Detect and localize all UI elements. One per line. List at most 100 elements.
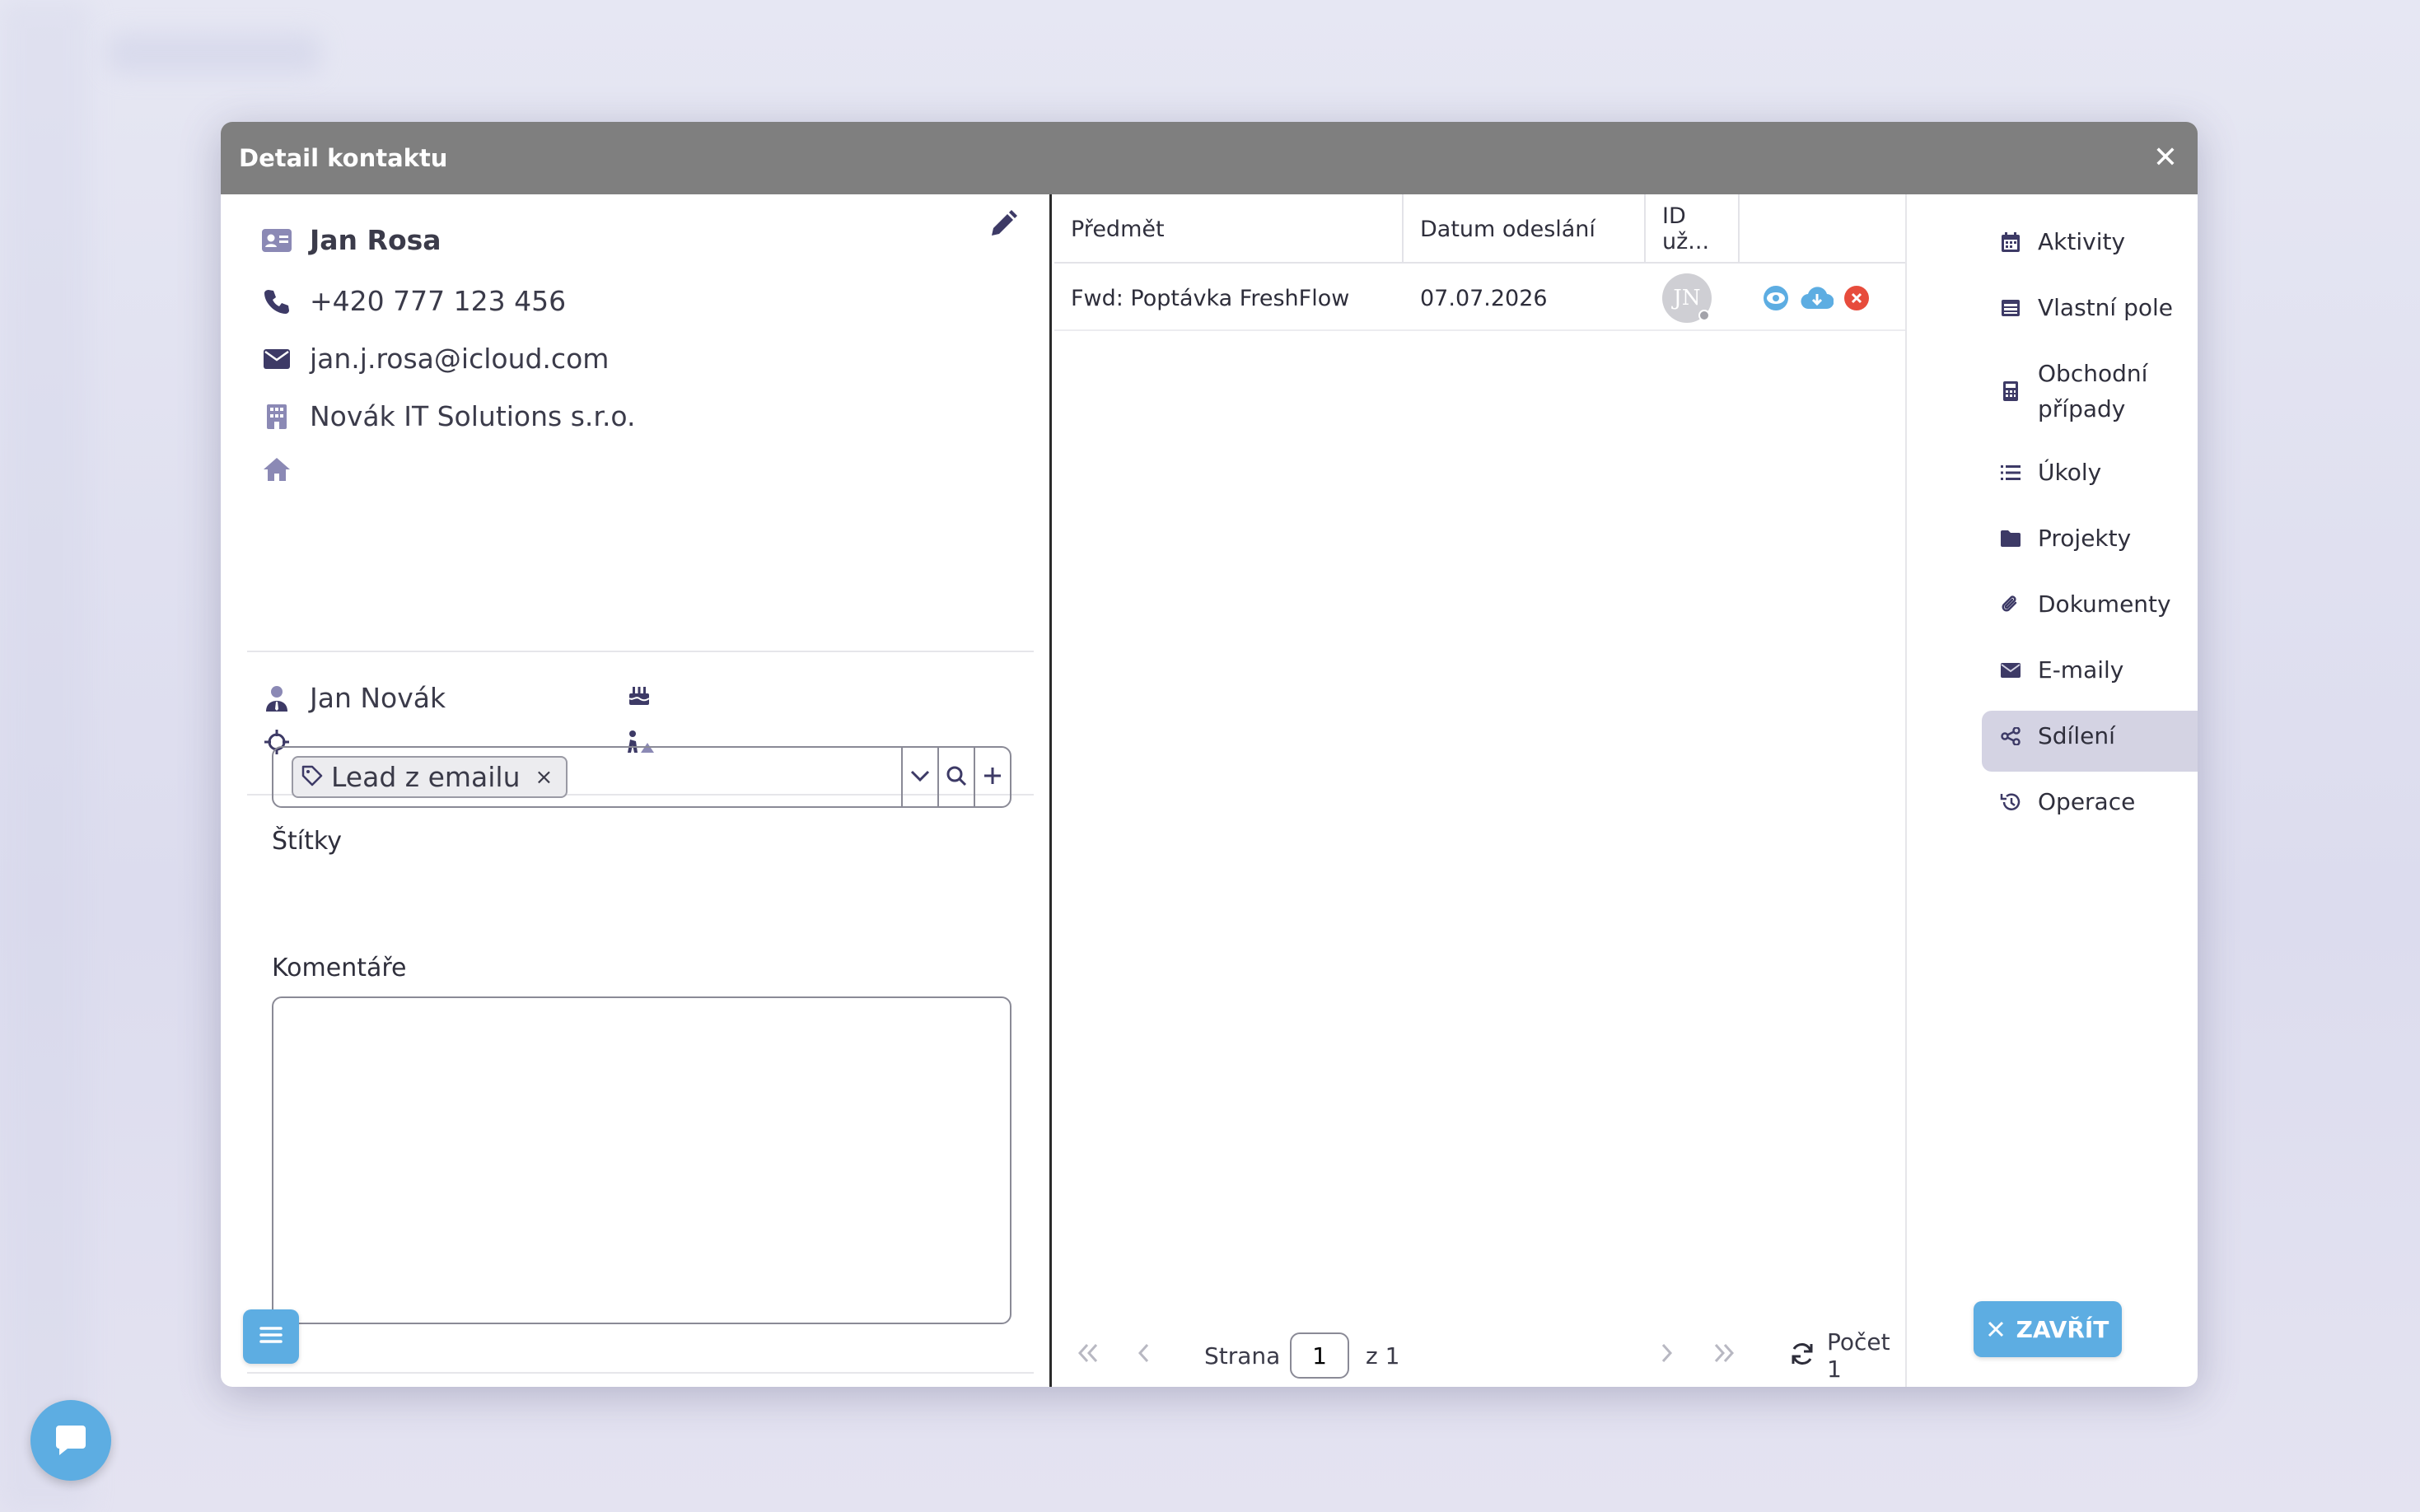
- emails-grid: Předmět Datum odeslání ID už... Fwd: Pop…: [1054, 194, 1905, 1387]
- tags-add-button[interactable]: [974, 748, 1010, 806]
- nav-item-dokumenty[interactable]: Dokumenty: [1998, 586, 2198, 622]
- nav-item-aktivity[interactable]: Aktivity: [1998, 224, 2198, 259]
- envelope-icon: [262, 348, 292, 369]
- nav-label: Aktivity: [2038, 228, 2126, 255]
- divider: [247, 651, 1034, 652]
- nav-label: Operace: [2038, 788, 2136, 815]
- nav-label: Úkoly: [2038, 459, 2102, 486]
- next-page-icon[interactable]: [1659, 1341, 1675, 1369]
- home-icon: [262, 456, 292, 483]
- nav-label: Projekty: [2038, 525, 2132, 552]
- column-header-user[interactable]: ID už...: [1646, 194, 1740, 264]
- first-page-icon[interactable]: [1076, 1341, 1100, 1369]
- tags-dropdown-button[interactable]: [901, 748, 937, 806]
- tags-field[interactable]: Lead z emailu ×: [272, 746, 1011, 808]
- avatar-initials: JN: [1673, 286, 1701, 310]
- id-card-icon: [262, 228, 292, 252]
- history-icon: [1998, 792, 2023, 812]
- calculator-icon: [1998, 381, 2023, 401]
- row-date: 07.07.2026: [1420, 285, 1548, 311]
- close-button-label: ZAVŘÍT: [2016, 1315, 2109, 1343]
- nav-item-sdileni[interactable]: Sdílení: [1998, 718, 2198, 754]
- modal-header: Detail kontaktu ✕: [221, 122, 2198, 194]
- phone-icon: [262, 288, 292, 315]
- close-button[interactable]: ZAVŘÍT: [1974, 1301, 2122, 1357]
- background-app-sidebar: [0, 0, 91, 1512]
- paperclip-icon: [1998, 595, 2023, 614]
- phone-row: +420 777 123 456: [262, 285, 566, 317]
- nav-label: Obchodní případy: [2038, 360, 2148, 422]
- side-nav: Aktivity Vlastní pole Obchodní případy Ú…: [1924, 194, 2198, 1387]
- page-of-label: z 1: [1366, 1342, 1400, 1370]
- chat-bubble-icon: [53, 1421, 89, 1460]
- user-tie-icon: [262, 685, 292, 712]
- address-row: [262, 456, 310, 483]
- menu-button[interactable]: [243, 1309, 299, 1364]
- tags-search-button[interactable]: [937, 748, 974, 806]
- nav-label: Vlastní pole: [2038, 294, 2173, 321]
- calendar-icon: [1998, 231, 2023, 252]
- company-row: Novák IT Solutions s.r.o.: [262, 400, 636, 432]
- tag-chip[interactable]: Lead z emailu ×: [292, 756, 568, 798]
- background-app-bar: [107, 33, 321, 74]
- nav-item-ukoly[interactable]: Úkoly: [1998, 455, 2198, 490]
- chat-button[interactable]: [30, 1400, 111, 1481]
- nav-label: Sdílení: [2038, 722, 2115, 749]
- chevron-down-icon: [910, 769, 930, 785]
- row-user: JN: [1646, 265, 1740, 331]
- tags-area[interactable]: Lead z emailu ×: [273, 748, 901, 806]
- row-actions: [1740, 265, 1904, 331]
- eye-icon[interactable]: [1761, 286, 1791, 310]
- tags-label: Štítky: [272, 827, 342, 856]
- page-label: Strana: [1204, 1342, 1281, 1370]
- nav-item-operace[interactable]: Operace: [1998, 784, 2198, 819]
- contact-name: Jan Rosa: [310, 224, 441, 256]
- contact-owner: Jan Novák: [310, 682, 446, 714]
- page-number-input[interactable]: [1290, 1332, 1349, 1379]
- row-subject: Fwd: Poptávka FreshFlow: [1071, 285, 1350, 311]
- grid-divider: [1905, 194, 1907, 1387]
- folder-icon: [1998, 530, 2023, 547]
- divider: [247, 1372, 1034, 1374]
- status-dot: [1698, 310, 1710, 321]
- grid-pager: Strana z 1 Počet 1: [1054, 1323, 1905, 1387]
- pencil-icon[interactable]: [988, 209, 1018, 242]
- table-icon: [1998, 299, 2023, 316]
- hamburger-icon: [259, 1326, 283, 1347]
- column-header-date[interactable]: Datum odeslání: [1404, 194, 1646, 264]
- contact-company[interactable]: Novák IT Solutions s.r.o.: [310, 400, 636, 432]
- comments-label: Komentáře: [272, 954, 407, 982]
- owner-row: Jan Novák: [262, 682, 446, 714]
- contact-detail-modal: Detail kontaktu ✕ Jan Rosa +420 777 123 …: [221, 122, 2198, 1387]
- nav-item-e-maily[interactable]: E-maily: [1998, 652, 2198, 688]
- table-row[interactable]: Fwd: Poptávka FreshFlow 07.07.2026 JN: [1054, 265, 1905, 331]
- last-page-icon[interactable]: [1712, 1341, 1736, 1369]
- plus-icon: [983, 766, 1002, 789]
- birthday-cake-icon: [624, 682, 654, 707]
- cloud-download-icon[interactable]: [1801, 286, 1834, 310]
- contact-info-panel: Jan Rosa +420 777 123 456 jan.j.rosa@icl…: [221, 194, 1052, 1387]
- birthday-row: [624, 682, 672, 707]
- nav-item-vlastni-pole[interactable]: Vlastní pole: [1998, 290, 2198, 325]
- search-icon: [946, 765, 967, 790]
- nav-item-projekty[interactable]: Projekty: [1998, 520, 2198, 556]
- building-icon: [262, 404, 292, 429]
- list-icon: [1998, 464, 2023, 481]
- column-header-subject[interactable]: Předmět: [1054, 194, 1404, 264]
- record-count: Počet 1: [1827, 1328, 1890, 1383]
- nav-item-obchodni-pripady[interactable]: Obchodní případy: [1998, 356, 2198, 427]
- previous-page-icon[interactable]: [1135, 1341, 1152, 1369]
- refresh-icon[interactable]: [1789, 1341, 1815, 1370]
- nav-label: E-maily: [2038, 656, 2124, 684]
- comments-textarea[interactable]: [272, 996, 1011, 1324]
- contact-email[interactable]: jan.j.rosa@icloud.com: [310, 343, 609, 375]
- share-icon: [1998, 726, 2023, 745]
- grid-header: Předmět Datum odeslání ID už...: [1054, 194, 1905, 264]
- contact-name-row: Jan Rosa: [262, 224, 441, 256]
- contact-phone[interactable]: +420 777 123 456: [310, 285, 566, 317]
- close-icon[interactable]: ✕: [2153, 143, 2178, 173]
- tag-remove-icon[interactable]: ×: [535, 765, 554, 790]
- delete-icon[interactable]: [1843, 285, 1870, 311]
- tag-label: Lead z emailu: [331, 761, 521, 793]
- modal-body: Jan Rosa +420 777 123 456 jan.j.rosa@icl…: [221, 194, 2198, 1387]
